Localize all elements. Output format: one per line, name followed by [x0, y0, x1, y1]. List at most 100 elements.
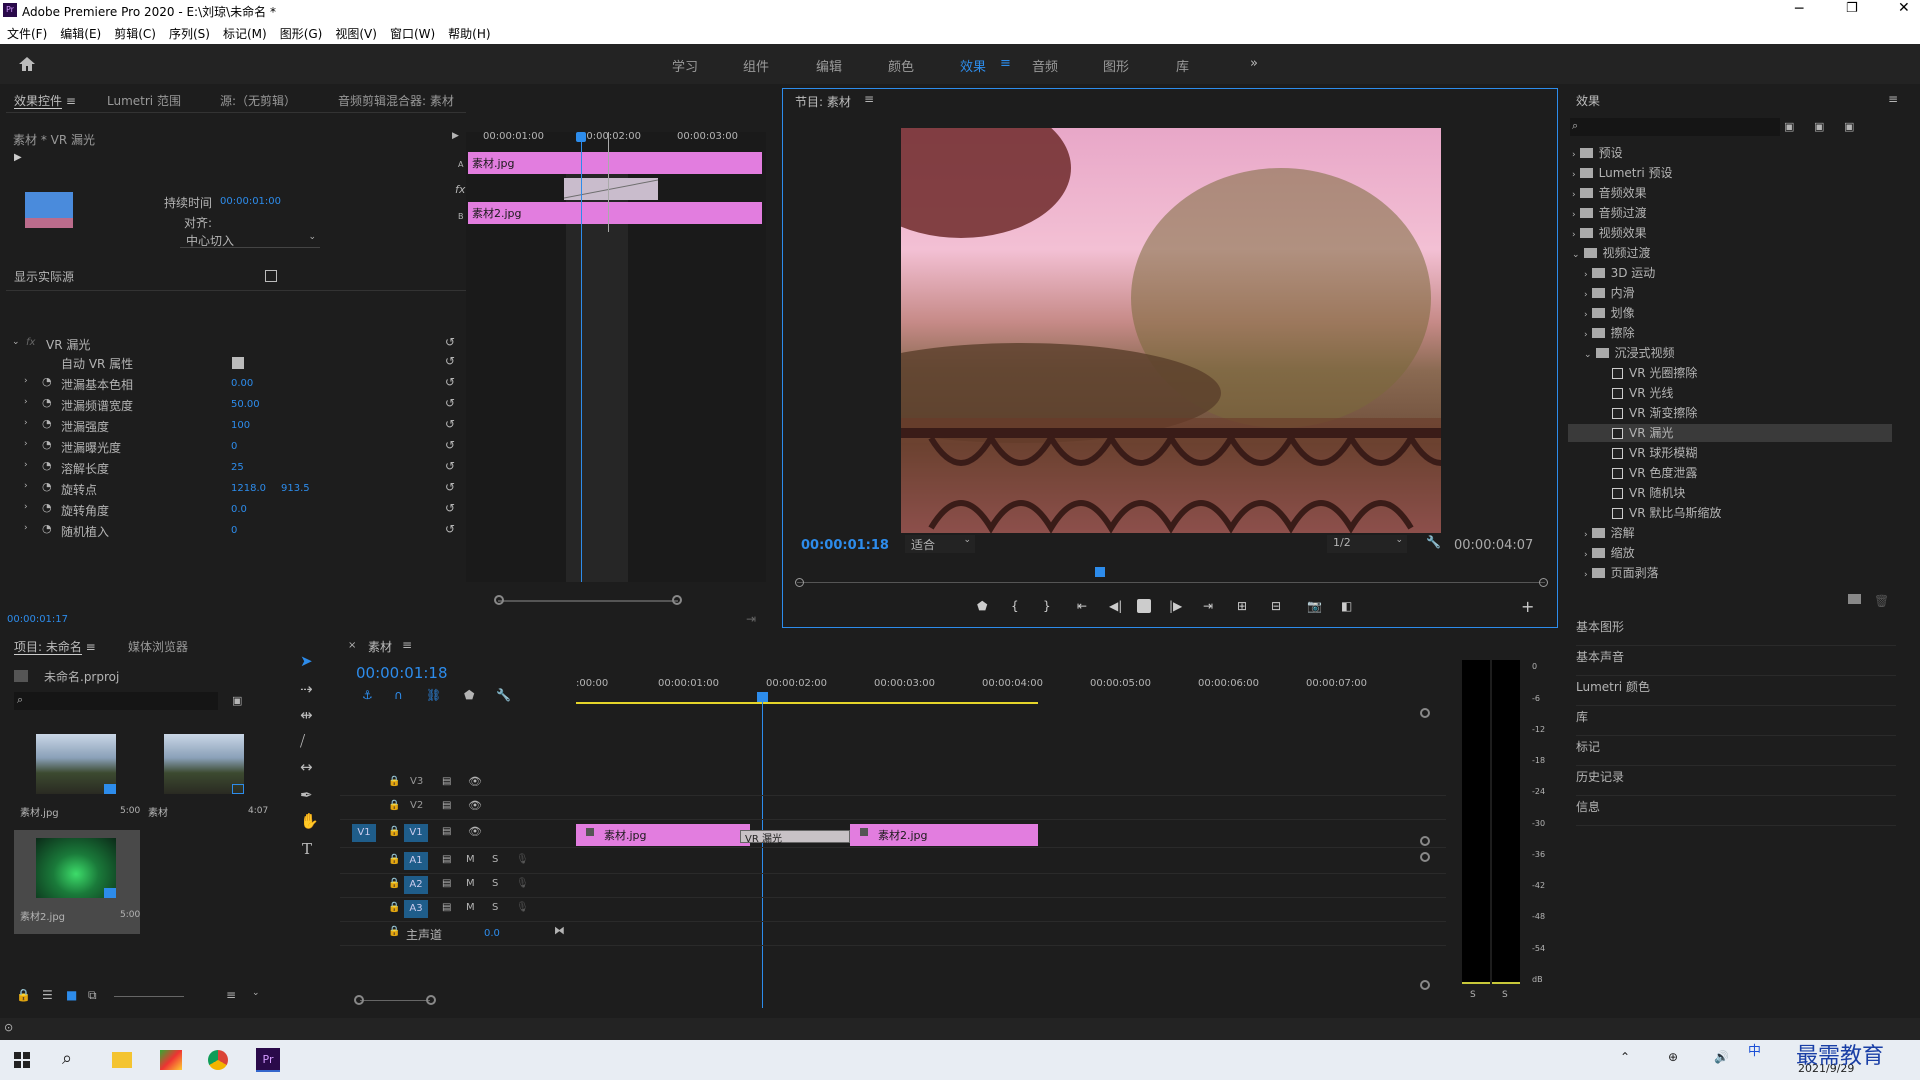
panel-essential-graphics[interactable]: 基本图形 [1576, 616, 1896, 646]
new-search-bin-icon[interactable]: ▣ [232, 694, 242, 707]
mark-in-icon[interactable]: { [1011, 599, 1019, 613]
zoom-handle-left[interactable] [494, 595, 504, 605]
panel-history[interactable]: 历史记录 [1576, 766, 1896, 796]
expand-arrow-icon[interactable]: › [24, 481, 28, 491]
tree-item[interactable]: › 音频过渡 [1572, 204, 1892, 221]
network-icon[interactable]: ⊕ [1668, 1050, 1678, 1064]
tree-item[interactable]: VR 渐变擦除 [1612, 404, 1892, 421]
menu-marker[interactable]: 标记(M) [216, 22, 273, 42]
mute-button[interactable]: M [466, 854, 475, 865]
zoom-handle-right[interactable] [426, 995, 436, 1005]
param-value-y[interactable]: 913.5 [281, 483, 310, 494]
param-value[interactable]: 25 [231, 462, 244, 473]
reset-icon[interactable]: ↺ [445, 354, 455, 368]
workspace-menu-icon[interactable]: ≡ [1000, 56, 1011, 71]
eye-icon[interactable]: 👁 [468, 799, 482, 812]
video-frame[interactable] [901, 128, 1441, 533]
tree-item[interactable]: › 划像 [1584, 304, 1892, 321]
reset-icon[interactable]: ↺ [445, 480, 455, 494]
mark-out-icon[interactable]: } [1043, 599, 1051, 613]
tree-item[interactable]: VR 球形模糊 [1612, 444, 1892, 461]
go-to-in-icon[interactable]: ⇤ [1077, 599, 1087, 613]
chrome-icon[interactable] [208, 1050, 228, 1070]
effects-title[interactable]: 效果 [1576, 92, 1600, 109]
tree-item[interactable]: › 页面剥落 [1584, 564, 1892, 581]
workspace-tab-audio[interactable]: 音频 [1032, 56, 1058, 75]
add-marker-icon[interactable]: ⬟ [977, 599, 987, 613]
timeline-timecode[interactable]: 00:00:01:18 [356, 664, 448, 682]
param-value[interactable]: 50.00 [231, 399, 260, 410]
tree-item[interactable]: VR 光圈擦除 [1612, 364, 1892, 381]
solo-right-button[interactable]: S [1502, 990, 1508, 1000]
param-value[interactable]: 0 [231, 441, 237, 452]
lock-icon[interactable]: 🔒 [388, 926, 400, 937]
resolution-dropdown[interactable]: 1/2 ⌄ [1327, 535, 1407, 553]
tab-source[interactable]: 源:（无剪辑） [220, 92, 296, 109]
icon-view-icon[interactable]: ■ [66, 988, 77, 1002]
trash-icon[interactable]: 🗑 [1874, 594, 1889, 608]
tree-item[interactable]: › 溶解 [1584, 524, 1892, 541]
32bit-icon[interactable]: ▣ [1814, 120, 1824, 133]
solo-left-button[interactable]: S [1470, 990, 1476, 1000]
premiere-taskbar-icon[interactable]: Pr [256, 1048, 280, 1072]
vscroll-handle[interactable] [1420, 836, 1430, 846]
work-area-bar[interactable] [576, 702, 1038, 704]
app-icon-colorful[interactable] [160, 1050, 182, 1070]
list-view-icon[interactable]: ☰ [42, 988, 53, 1002]
vscroll-handle[interactable] [1420, 980, 1430, 990]
extract-icon[interactable]: ⊟ [1271, 599, 1281, 613]
project-item-selected[interactable]: 素材2.jpg 5:00 [14, 830, 140, 934]
expand-arrow-icon[interactable]: › [24, 439, 28, 449]
maximize-button[interactable]: ❐ [1846, 1, 1858, 16]
add-marker-icon[interactable]: ⬟ [464, 688, 474, 702]
yuv-icon[interactable]: ▣ [1844, 120, 1854, 133]
menu-graphics[interactable]: 图形(G) [273, 22, 329, 42]
timeline-zoom-bar[interactable] [360, 1000, 430, 1001]
workspace-tab-graphics[interactable]: 图形 [1103, 56, 1129, 75]
stopwatch-icon[interactable]: ◔ [42, 375, 52, 388]
expand-arrow-icon[interactable]: › [24, 460, 28, 470]
tree-item[interactable]: › 擦除 [1584, 324, 1892, 341]
timeline-tab[interactable]: 素材 [368, 638, 392, 655]
mic-icon[interactable]: 🎙 [516, 902, 529, 913]
close-button[interactable]: ✕ [1898, 0, 1910, 16]
tree-item[interactable]: VR 随机块 [1612, 484, 1892, 501]
panel-lumetri-color[interactable]: Lumetri 颜色 [1576, 676, 1896, 706]
solo-button[interactable]: S [492, 902, 498, 913]
linked-selection-icon[interactable]: ⛓ [426, 688, 441, 702]
tree-item[interactable]: VR 光线 [1612, 384, 1892, 401]
reset-icon[interactable]: ↺ [445, 396, 455, 410]
workspace-tab-libraries[interactable]: 库 [1176, 56, 1189, 75]
go-to-out-icon[interactable]: ⇥ [1203, 599, 1213, 613]
tree-item[interactable]: ⌄ 视频过渡 [1572, 244, 1892, 261]
slip-tool-icon[interactable]: ↔ [300, 758, 313, 776]
file-explorer-icon[interactable] [112, 1052, 132, 1068]
mute-button[interactable]: M [466, 878, 475, 889]
align-dropdown[interactable]: 中心切入 ⌄ [180, 232, 320, 248]
lock-icon[interactable]: 🔒 [388, 878, 400, 889]
timeline-transition[interactable]: VR 漏光 [740, 830, 850, 845]
pen-tool-icon[interactable]: ✒ [300, 786, 313, 804]
tree-item[interactable]: › 3D 运动 [1584, 264, 1892, 281]
program-timecode[interactable]: 00:00:01:18 [801, 538, 889, 553]
panel-essential-sound[interactable]: 基本声音 [1576, 646, 1896, 676]
show-source-checkbox[interactable] [265, 270, 277, 282]
stopwatch-icon[interactable]: ◔ [42, 417, 52, 430]
step-back-icon[interactable]: ◀| [1109, 599, 1122, 613]
param-value[interactable]: 0 [231, 525, 237, 536]
timeline-clip[interactable]: 素材2.jpg [850, 824, 1038, 846]
mini-playhead-handle[interactable] [576, 132, 586, 142]
program-title[interactable]: 节目: 素材 [795, 93, 851, 110]
stopwatch-icon[interactable]: ◔ [42, 480, 52, 493]
clip-a[interactable]: 素材.jpg [468, 152, 762, 174]
minimize-button[interactable]: ─ [1795, 1, 1803, 17]
master-value[interactable]: 0.0 [484, 928, 500, 939]
accelerated-icon[interactable]: ▣ [1784, 120, 1794, 133]
zoom-slider[interactable] [114, 996, 184, 997]
snap-icon[interactable]: ∩ [394, 688, 403, 702]
expand-arrow-icon[interactable]: › [24, 502, 28, 512]
lift-icon[interactable]: ⊞ [1237, 599, 1247, 613]
mute-button[interactable]: M [466, 902, 475, 913]
film-icon[interactable]: ▤ [442, 776, 451, 787]
menu-window[interactable]: 窗口(W) [383, 22, 441, 42]
